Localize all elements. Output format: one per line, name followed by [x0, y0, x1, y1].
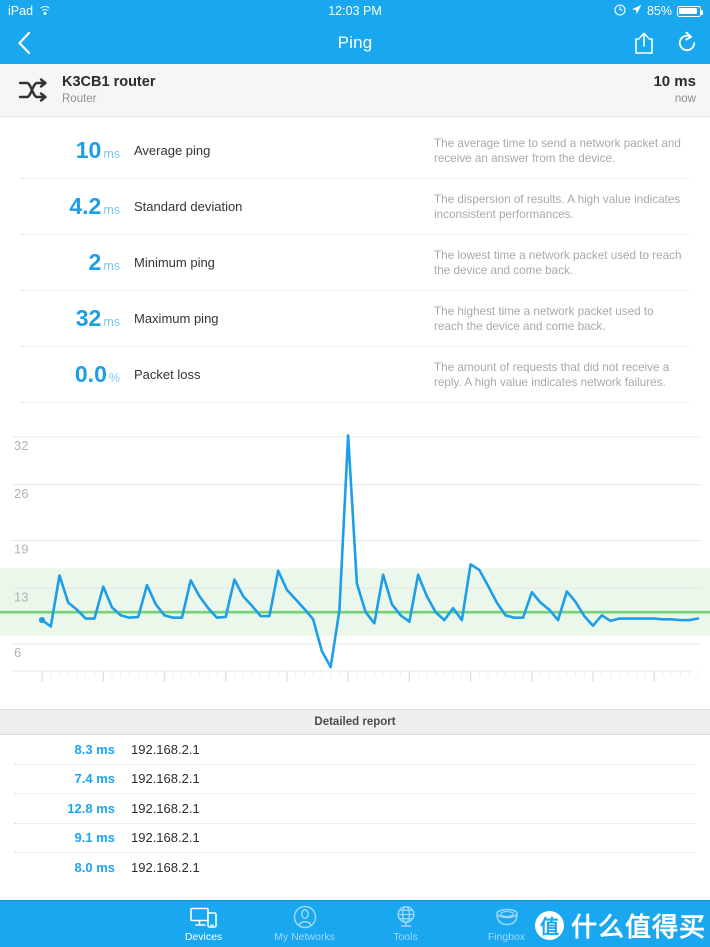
nav-actions — [634, 22, 698, 64]
person-circle-icon — [293, 905, 317, 929]
report-address: 192.168.2.1 — [131, 771, 200, 787]
report-address: 192.168.2.1 — [131, 741, 200, 757]
globe-icon — [394, 905, 418, 929]
stat-value: 32 ms — [24, 307, 134, 330]
bottom-tab-bar: Devices My Networks Tools Fingbox — [0, 900, 710, 947]
tab-label-tools: Tools — [393, 931, 418, 943]
table-row[interactable]: 12.8 ms 192.168.2.1 — [14, 794, 696, 824]
stat-unit: % — [108, 371, 120, 385]
tab-fingbox[interactable]: Fingbox — [456, 901, 557, 947]
device-latency-value: 10 ms — [653, 73, 696, 90]
tab-label-devices: Devices — [184, 931, 223, 943]
average-band — [0, 568, 710, 637]
report-latency: 9.1 ms — [74, 830, 115, 846]
refresh-button[interactable] — [676, 31, 698, 55]
alarm-clock-icon — [614, 3, 626, 19]
table-row[interactable]: 7.4 ms 192.168.2.1 — [14, 765, 696, 794]
tab-my-networks[interactable]: My Networks — [254, 901, 355, 947]
ios-status-bar: iPad 12:03 PM 85% — [0, 0, 710, 22]
device-header[interactable]: K3CB1 router Router 10 ms now — [0, 64, 710, 117]
stat-number: 32 — [75, 305, 102, 331]
stat-description: The average time to send a network packe… — [434, 136, 681, 165]
chevron-left-icon — [18, 31, 31, 55]
stat-row: 0.0% Packet loss The amount of requests th… — [20, 347, 690, 403]
detailed-report-title: Detailed report — [0, 709, 710, 735]
stat-label: Minimum ping — [134, 255, 215, 270]
share-icon — [635, 32, 653, 54]
navigation-bar: Ping — [0, 22, 710, 64]
status-clock: 12:03 PM — [328, 4, 382, 18]
report-latency: 7.4 ms — [74, 771, 115, 787]
table-row[interactable]: 9.1 ms 192.168.2.1 — [14, 824, 696, 853]
fingbox-icon — [494, 905, 520, 929]
device-latest: 10 ms now — [653, 73, 696, 107]
detailed-report: Detailed report 8.3 ms 192.168.2.1 7.4 ms 1… — [0, 709, 710, 883]
stat-description: The lowest time a network packet used to… — [434, 248, 682, 277]
tab-devices[interactable]: Devices — [153, 901, 254, 947]
chart-y-tick-label: 32 — [14, 438, 28, 453]
stat-label: Average ping — [134, 143, 211, 158]
stat-number: 0.0 — [74, 361, 107, 387]
chart-y-tick-label: 13 — [14, 589, 28, 604]
tab-spacer-right — [557, 901, 710, 947]
refresh-icon — [678, 31, 696, 52]
stat-number: 2 — [88, 249, 102, 275]
device-latency-time: now — [674, 93, 696, 105]
page-title: Ping — [337, 33, 373, 52]
stat-value: 0.0% — [24, 363, 134, 386]
device-type: Router — [62, 93, 97, 105]
chart-y-tick-label: 26 — [14, 486, 28, 501]
table-row[interactable]: 8.0 ms 192.168.2.1 — [14, 853, 696, 883]
tab-spacer — [0, 901, 153, 947]
stat-number: 4.2 — [69, 193, 102, 219]
ping-chart: 6 13 19 26 32 — [0, 419, 710, 709]
stat-label: Maximum ping — [134, 311, 219, 326]
stat-unit: ms — [103, 147, 120, 161]
stat-description: The dispersion of results. A high value … — [434, 192, 681, 221]
stat-value: 4.2 ms — [24, 195, 134, 218]
ping-chart-svg: 6 13 19 26 32 — [0, 434, 710, 682]
tab-label-my-networks: My Networks — [274, 931, 335, 943]
share-button[interactable] — [634, 31, 654, 55]
series-start-dot — [38, 617, 46, 624]
tab-tools[interactable]: Tools — [355, 901, 456, 947]
devices-icon — [190, 905, 217, 929]
report-address: 192.168.2.1 — [131, 800, 200, 816]
stat-description: The amount of requests that did not rece… — [434, 360, 670, 389]
status-right: 85% — [614, 0, 704, 22]
stat-label: Standard deviation — [134, 199, 243, 214]
device-info: K3CB1 router Router — [56, 73, 653, 107]
battery-percent-label: 85% — [646, 4, 672, 18]
detailed-report-list: 8.3 ms 192.168.2.1 7.4 ms 192.168.2.1 12.8 m… — [0, 735, 710, 883]
stat-unit: ms — [103, 315, 120, 329]
tab-label-fingbox: Fingbox — [487, 931, 526, 943]
stat-row: 32 ms Maximum ping The highest time a netwo… — [20, 291, 690, 347]
table-row[interactable]: 8.3 ms 192.168.2.1 — [14, 735, 696, 765]
report-latency: 8.3 ms — [74, 741, 115, 757]
ping-statistics: 10 ms Average ping The average time to send… — [0, 117, 710, 403]
chart-y-tick-label: 19 — [14, 542, 28, 557]
chart-y-tick-label: 6 — [14, 645, 21, 660]
report-address: 192.168.2.1 — [131, 830, 200, 846]
report-address: 192.168.2.1 — [131, 860, 200, 876]
back-button[interactable] — [0, 22, 48, 64]
stat-row: 2 ms Minimum ping The lowest time a network… — [20, 235, 690, 291]
stat-unit: ms — [103, 203, 120, 217]
app-root: iPad 12:03 PM 85% Ping K3CB1 router Rout… — [0, 0, 710, 947]
stat-row: 4.2 ms Standard deviation The dispersion of… — [20, 179, 690, 235]
stat-number: 10 — [75, 137, 102, 163]
device-name: K3CB1 router — [62, 74, 156, 90]
shuffle-icon — [12, 77, 56, 103]
stat-value: 10 ms — [24, 139, 134, 162]
report-latency: 8.0 ms — [74, 860, 115, 876]
stat-label: Packet loss — [134, 367, 201, 382]
location-arrow-icon — [631, 4, 642, 18]
stat-description: The highest time a network packet used t… — [434, 304, 654, 333]
stat-value: 2 ms — [24, 251, 134, 274]
stat-row: 10 ms Average ping The average time to send… — [20, 123, 690, 179]
battery-icon — [677, 5, 704, 17]
report-latency: 12.8 ms — [67, 800, 115, 816]
stat-unit: ms — [103, 259, 120, 273]
